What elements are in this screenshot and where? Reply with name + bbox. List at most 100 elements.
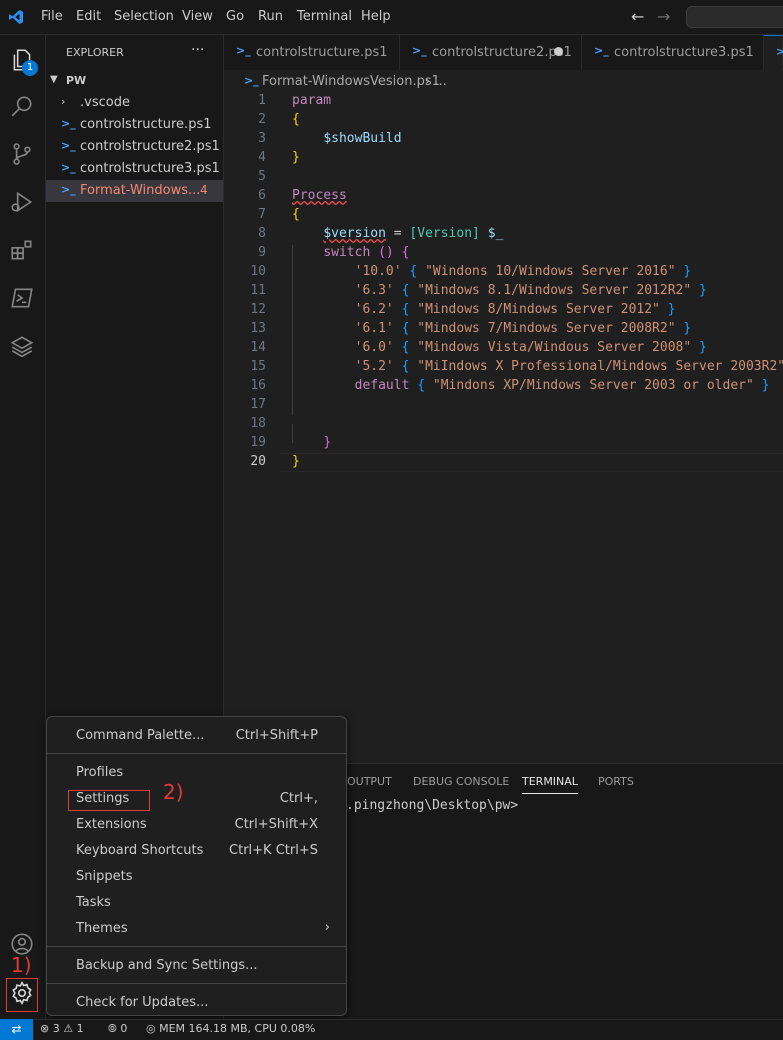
status-ports[interactable]: ⦾ 0 bbox=[108, 1022, 127, 1036]
menu-file[interactable]: File bbox=[41, 9, 63, 24]
tab-controlstructure[interactable]: >_ controlstructure.ps1 bbox=[224, 35, 400, 70]
error-icon: ⊗ bbox=[40, 1022, 50, 1035]
powershell-icon[interactable] bbox=[9, 285, 37, 313]
powershell-file-icon: >_ bbox=[61, 183, 76, 196]
code-token: } bbox=[699, 283, 707, 298]
menu-item-label: Backup and Sync Settings... bbox=[76, 958, 258, 973]
powershell-file-icon: >_ bbox=[244, 74, 259, 87]
tree-item-file[interactable]: >_ controlstructure3.ps1 bbox=[46, 158, 223, 180]
menu-item-check-updates[interactable]: Check for Updates... bbox=[47, 991, 346, 1015]
line-number: 7 bbox=[258, 207, 266, 222]
status-problems[interactable]: ⊗ 3 ⚠ 1 bbox=[40, 1022, 84, 1035]
case-value: "Mindows 8.1/Windows Server 2012R2" bbox=[417, 283, 692, 298]
layers-icon[interactable] bbox=[9, 333, 37, 361]
menu-item-label: Tasks bbox=[76, 895, 111, 910]
menu-view[interactable]: View bbox=[182, 9, 213, 24]
panel-tab-debug-console[interactable]: DEBUG CONSOLE bbox=[413, 775, 509, 788]
tab-active-partial[interactable]: >_ bbox=[764, 35, 783, 70]
terminal-prompt[interactable]: .pingzhong\Desktop\pw> bbox=[346, 798, 518, 813]
tab-controlstructure2[interactable]: >_ controlstructure2.ps1 bbox=[400, 35, 582, 70]
menu-separator bbox=[47, 753, 346, 754]
tab-controlstructure3[interactable]: >_ controlstructure3.ps1 bbox=[582, 35, 764, 70]
code-token: $_ bbox=[479, 226, 504, 241]
status-resources[interactable]: ◎ MEM 164.18 MB, CPU 0.08% bbox=[146, 1022, 315, 1035]
explorer-title: EXPLORER bbox=[66, 46, 124, 59]
menu-item-backup-sync[interactable]: Backup and Sync Settings... bbox=[47, 954, 346, 978]
case-value: "Windons 10/Windows Server 2016" bbox=[425, 264, 676, 279]
switch-case-line: '5.2' { "MiIndows X Professional/Mindows… bbox=[292, 359, 783, 374]
menu-separator bbox=[47, 946, 346, 947]
menu-go[interactable]: Go bbox=[226, 9, 244, 24]
powershell-file-icon: >_ bbox=[776, 45, 783, 58]
current-line-highlight bbox=[280, 453, 783, 472]
chevron-right-icon: › bbox=[324, 920, 330, 935]
line-number: 15 bbox=[250, 359, 266, 374]
warning-count: 1 bbox=[76, 1022, 84, 1035]
menu-help[interactable]: Help bbox=[361, 9, 391, 24]
folder-name[interactable]: PW bbox=[66, 74, 86, 87]
tree-item-file[interactable]: >_ controlstructure.ps1 bbox=[46, 114, 223, 136]
source-control-icon[interactable] bbox=[9, 141, 37, 169]
warning-icon: ⚠ bbox=[63, 1022, 74, 1035]
menu-item-themes[interactable]: Themes › bbox=[47, 917, 346, 941]
menu-selection[interactable]: Selection bbox=[114, 9, 174, 24]
code-token: } bbox=[292, 454, 300, 469]
breadcrumb-file[interactable]: Format-WindowsVesion.ps1 bbox=[262, 74, 440, 89]
code-line-4: } bbox=[292, 150, 300, 165]
chevron-down-icon[interactable]: ▼ bbox=[50, 74, 58, 85]
code-line-20: } bbox=[292, 454, 300, 469]
menu-item-extensions[interactable]: Extensions Ctrl+Shift+X bbox=[47, 813, 346, 837]
code-token: $showBuild bbox=[323, 131, 402, 146]
menu-item-command-palette[interactable]: Command Palette... Ctrl+Shift+P bbox=[47, 724, 346, 748]
menu-item-profiles[interactable]: Profiles bbox=[47, 761, 346, 785]
menu-item-tasks[interactable]: Tasks bbox=[47, 891, 346, 915]
forward-arrow-icon[interactable]: → bbox=[657, 7, 670, 26]
code-line-19: } bbox=[292, 435, 331, 450]
menu-item-shortcut: Ctrl+, bbox=[279, 791, 318, 806]
tree-item-vscode-folder[interactable]: › .vscode bbox=[46, 92, 223, 114]
tab-label: controlstructure2.ps1 bbox=[432, 45, 572, 60]
menu-run[interactable]: Run bbox=[258, 9, 283, 24]
menu-edit[interactable]: Edit bbox=[76, 9, 101, 24]
tree-item-file-active[interactable]: >_ Format-Windows... 4 bbox=[46, 180, 223, 202]
tab-label: controlstructure3.ps1 bbox=[614, 45, 754, 60]
error-count: 3 bbox=[52, 1022, 60, 1035]
panel-tab-terminal[interactable]: TERMINAL bbox=[522, 775, 578, 794]
command-center-search[interactable] bbox=[686, 6, 783, 28]
extensions-icon[interactable] bbox=[9, 237, 37, 265]
powershell-file-icon: >_ bbox=[236, 44, 251, 57]
run-debug-icon[interactable] bbox=[9, 189, 37, 217]
line-number: 18 bbox=[250, 416, 266, 431]
annotation-highlight-gear bbox=[6, 978, 38, 1012]
remote-indicator-icon[interactable]: ⇄ bbox=[0, 1019, 33, 1040]
line-number: 4 bbox=[258, 150, 266, 165]
explorer-badge: 1 bbox=[22, 60, 38, 76]
menu-item-shortcut: Ctrl+Shift+X bbox=[234, 817, 318, 832]
panel-tab-ports[interactable]: PORTS bbox=[598, 775, 634, 788]
menu-item-snippets[interactable]: Snippets bbox=[47, 865, 346, 889]
code-line-16: default { "Mindons XP/Mindows Server 200… bbox=[292, 378, 770, 393]
code-line-6: Process bbox=[292, 188, 347, 203]
menu-terminal[interactable]: Terminal bbox=[297, 9, 352, 24]
switch-case-line: '6.1' { "Mindows 7/Mindows Server 2008R2… bbox=[292, 321, 692, 336]
code-token: = bbox=[385, 226, 410, 241]
back-arrow-icon[interactable]: ← bbox=[631, 7, 644, 26]
unsaved-dot-icon[interactable] bbox=[554, 47, 563, 56]
editor-area[interactable] bbox=[224, 70, 783, 763]
line-number: 5 bbox=[258, 169, 266, 184]
switch-case-line: '6.2' { "Mindows 8/Mindows Server 2012" … bbox=[292, 302, 676, 317]
tree-item-file[interactable]: >_ controlstructure2.ps1 bbox=[46, 136, 223, 158]
tree-item-label: controlstructure3.ps1 bbox=[80, 161, 220, 176]
panel-tab-output[interactable]: OUTPUT bbox=[347, 775, 392, 788]
search-icon[interactable] bbox=[9, 93, 37, 121]
powershell-file-icon: >_ bbox=[61, 117, 76, 130]
line-number: 14 bbox=[250, 340, 266, 355]
more-actions-icon[interactable]: ··· bbox=[191, 42, 204, 58]
code-line-7: { bbox=[292, 207, 300, 222]
breadcrumb-more[interactable]: › ... bbox=[425, 74, 447, 89]
code-token: { bbox=[409, 264, 418, 279]
menu-item-keyboard-shortcuts[interactable]: Keyboard Shortcuts Ctrl+K Ctrl+S bbox=[47, 839, 346, 863]
switch-case-line: '6.3' { "Mindows 8.1/Windows Server 2012… bbox=[292, 283, 707, 298]
tree-item-label: Format-Windows... bbox=[80, 183, 201, 198]
case-value: "Mindows Vista/Windous Server 2008" bbox=[417, 340, 692, 355]
